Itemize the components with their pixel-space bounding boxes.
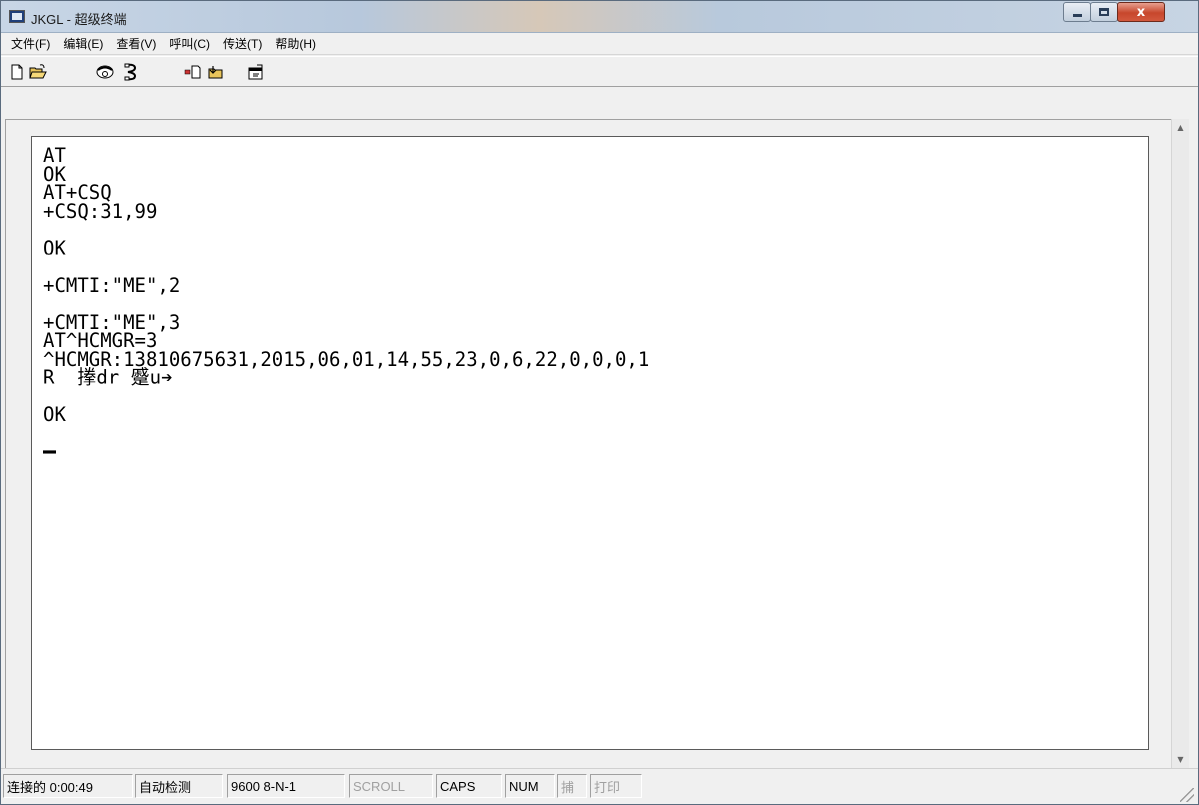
- terminal-line: R 搼dr 蹙u➔: [43, 365, 173, 389]
- new-icon: [11, 64, 22, 79]
- call-icon: [96, 65, 113, 78]
- toolbar: [1, 56, 1198, 87]
- menu-bar: 文件(F) 编辑(E) 查看(V) 呼叫(C) 传送(T) 帮助(H): [1, 33, 1198, 55]
- properties-icon: [248, 64, 262, 79]
- open-icon: [28, 63, 47, 78]
- hyperterminal-window: JKGL - 超级终端 x 文件(F) 编辑(E) 查看(V) 呼叫(C) 传送…: [0, 0, 1199, 805]
- call-button[interactable]: [93, 60, 116, 83]
- status-num: NUM: [505, 774, 555, 798]
- app-icon[interactable]: [9, 10, 25, 23]
- terminal-output[interactable]: AT OK AT+CSQ +CSQ:31,99 OK +CMTI:"ME",2 …: [31, 136, 1149, 750]
- terminal-line: OK: [43, 402, 66, 426]
- terminal-line: ^HCMGR:13810675631,2015,06,01,14,55,23,0…: [43, 347, 650, 371]
- menu-call[interactable]: 呼叫(C): [163, 33, 217, 54]
- maximize-icon: [1099, 8, 1109, 16]
- disconnect-button[interactable]: [119, 60, 142, 83]
- status-bar: 连接的 0:00:49 自动检测 9600 8-N-1 SCROLL CAPS …: [1, 768, 1198, 804]
- receive-button[interactable]: [204, 60, 227, 83]
- send-icon: [184, 65, 200, 78]
- window-title: JKGL - 超级终端: [31, 12, 127, 27]
- resize-grip-icon[interactable]: [1180, 788, 1194, 802]
- text-cursor: [43, 450, 56, 454]
- new-button[interactable]: [5, 60, 28, 83]
- status-port-settings: 9600 8-N-1: [227, 774, 345, 798]
- menu-transfer[interactable]: 传送(T): [217, 33, 269, 54]
- title-bar[interactable]: JKGL - 超级终端 x: [1, 1, 1198, 33]
- close-button[interactable]: x: [1117, 2, 1165, 22]
- status-caps: CAPS: [436, 774, 502, 798]
- menu-edit[interactable]: 编辑(E): [57, 33, 110, 54]
- menu-file[interactable]: 文件(F): [5, 33, 57, 54]
- send-button[interactable]: [181, 60, 204, 83]
- close-icon: x: [1136, 4, 1146, 20]
- minimize-button[interactable]: [1063, 2, 1091, 22]
- receive-icon: [208, 65, 222, 78]
- terminal-line: OK: [43, 236, 66, 260]
- disconnect-icon: [124, 63, 136, 80]
- vertical-scrollbar[interactable]: ▲ ▼: [1171, 119, 1189, 768]
- open-button[interactable]: [26, 60, 49, 83]
- minimize-icon: [1072, 13, 1082, 17]
- status-auto-detect: 自动检测: [135, 774, 223, 798]
- terminal-line: AT+CSQ: [43, 180, 112, 204]
- status-capture: 捕: [557, 774, 587, 798]
- terminal-line: +CMTI:"ME",3: [43, 310, 181, 334]
- terminal-cursor-line: [43, 442, 1148, 461]
- menu-help[interactable]: 帮助(H): [269, 33, 323, 54]
- maximize-button[interactable]: [1090, 2, 1118, 22]
- scroll-down-icon[interactable]: ▼: [1172, 751, 1189, 768]
- terminal-line: AT: [43, 143, 66, 167]
- status-connected-time: 连接的 0:00:49: [3, 774, 133, 798]
- menu-view[interactable]: 查看(V): [110, 33, 163, 54]
- terminal-line: OK: [43, 162, 66, 186]
- terminal-line: +CMTI:"ME",2: [43, 273, 181, 297]
- terminal-line: +CSQ:31,99: [43, 199, 158, 223]
- status-scroll: SCROLL: [349, 774, 433, 798]
- scroll-up-icon[interactable]: ▲: [1172, 119, 1189, 136]
- properties-button[interactable]: [244, 60, 267, 83]
- status-print: 打印: [590, 774, 642, 798]
